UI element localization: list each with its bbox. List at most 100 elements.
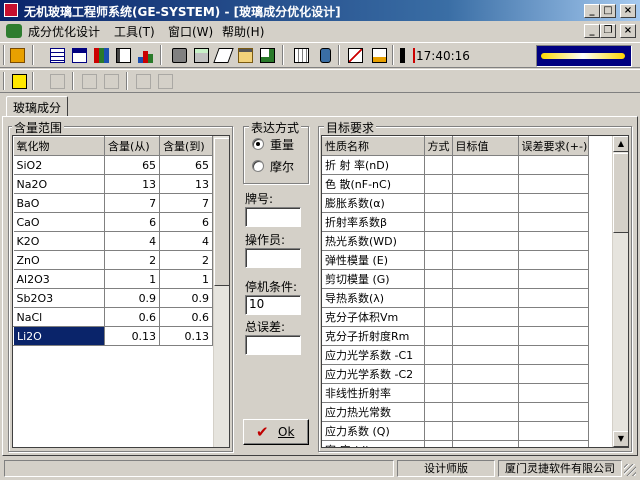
tolerance-cell[interactable] [518,193,589,213]
target-value-cell[interactable] [452,269,519,289]
content-from-cell[interactable]: 6 [104,212,161,232]
target-value-cell[interactable] [452,288,519,308]
mode-cell[interactable] [424,269,453,289]
table-row[interactable]: 应力光学系数 -C1 [322,345,589,365]
content-from-cell[interactable]: 0.13 [104,326,161,346]
content-to-cell[interactable]: 7 [159,193,213,213]
mode-cell[interactable] [424,288,453,308]
scroll-thumb[interactable] [214,138,229,286]
line-chart-icon[interactable] [346,46,365,65]
content-from-cell[interactable]: 0.6 [104,307,161,327]
content-to-cell[interactable]: 0.6 [159,307,213,327]
table-row[interactable]: 密 度 (d) [322,440,589,447]
oxide-cell[interactable]: NaCl [13,307,106,327]
grid-icon[interactable] [292,46,311,65]
col-property-name[interactable]: 性质名称 [322,136,425,156]
minimize-button[interactable]: _ [584,4,600,18]
copy-disabled-icon[interactable] [80,72,99,91]
col-oxide[interactable]: 氧化物 [13,136,106,156]
tolerance-cell[interactable] [518,402,589,422]
app-icon[interactable] [4,3,18,17]
tolerance-cell[interactable] [518,383,589,403]
tab-glass-composition[interactable]: 玻璃成分 [6,96,68,116]
table-row[interactable]: 色 散(nF-nC) [322,174,589,194]
property-name-cell[interactable]: 应力光学系数 -C1 [322,345,425,365]
property-name-cell[interactable]: 折射率系数β [322,212,425,232]
target-value-cell[interactable] [452,155,519,175]
oxide-cell[interactable]: ZnO [13,250,106,270]
oxide-cell[interactable]: Al2O3 [13,269,106,289]
table-row[interactable]: Na2O 13 13 [13,174,213,194]
col-target-value[interactable]: 目标值 [452,136,519,156]
table-row[interactable]: 应力系数 (Q) [322,421,589,441]
content-to-cell[interactable]: 0.9 [159,288,213,308]
mode-cell[interactable] [424,402,453,422]
content-from-cell[interactable]: 1 [104,269,161,289]
tolerance-cell[interactable] [518,212,589,232]
calculator-icon[interactable] [192,46,211,65]
tools-icon[interactable] [170,46,189,65]
table-row[interactable]: ZnO 2 2 [13,250,213,270]
property-name-cell[interactable]: 应力光学系数 -C2 [322,364,425,384]
menu-composition-design[interactable]: 成分优化设计 [28,23,100,39]
mdi-close-button[interactable]: × [620,24,636,38]
tolerance-cell[interactable] [518,440,589,447]
target-value-cell[interactable] [452,345,519,365]
chart-icon[interactable] [136,46,155,65]
mode-cell[interactable] [424,364,453,384]
table-row[interactable]: 克分子体积Vm [322,307,589,327]
property-name-cell[interactable]: 色 散(nF-nC) [322,174,425,194]
table-row[interactable]: BaO 7 7 [13,193,213,213]
target-value-cell[interactable] [452,250,519,270]
col-mode[interactable]: 方式 [424,136,453,156]
tolerance-cell[interactable] [518,288,589,308]
mode-cell[interactable] [424,155,453,175]
mode-cell[interactable] [424,212,453,232]
target-value-cell[interactable] [452,193,519,213]
content-to-cell[interactable]: 1 [159,269,213,289]
menu-tools[interactable]: 工具(T) [114,23,155,39]
mdi-restore-button[interactable]: ❐ [600,24,616,38]
tolerance-cell[interactable] [518,250,589,270]
content-to-cell[interactable]: 65 [159,155,213,175]
tolerance-cell[interactable] [518,174,589,194]
table-row[interactable]: K2O 4 4 [13,231,213,251]
stop-condition-input[interactable]: 10 [245,295,301,315]
target-value-cell[interactable] [452,212,519,232]
target-value-cell[interactable] [452,364,519,384]
col-tolerance[interactable]: 误差要求(+-) [518,136,589,156]
radio-mole[interactable]: 摩尔 [252,158,307,174]
content-from-cell[interactable]: 2 [104,250,161,270]
mode-cell[interactable] [424,383,453,403]
property-name-cell[interactable]: 应力系数 (Q) [322,421,425,441]
col-content-from[interactable]: 含量(从) [104,136,161,156]
table-row[interactable]: 导热系数(λ) [322,288,589,308]
property-name-cell[interactable]: 折 射 率(nD) [322,155,425,175]
content-to-cell[interactable]: 0.13 [159,326,213,346]
save-disabled-icon[interactable] [102,72,121,91]
tolerance-cell[interactable] [518,307,589,327]
tolerance-cell[interactable] [518,345,589,365]
notebook-icon[interactable] [114,46,133,65]
tolerance-cell[interactable] [518,364,589,384]
table-row[interactable]: Li2O 0.13 0.13 [13,326,213,346]
target-value-cell[interactable] [452,421,519,441]
tolerance-cell[interactable] [518,231,589,251]
content-to-cell[interactable]: 4 [159,231,213,251]
scroll-up-button[interactable]: ▲ [613,136,628,152]
table-row[interactable]: 剪切模量 (G) [322,269,589,289]
content-range-grid[interactable]: 氧化物 含量(从) 含量(到) SiO2 65 65 Na2O 13 13 BaO 7 7 CaO… [12,135,230,448]
content-to-cell[interactable]: 6 [159,212,213,232]
oxide-cell[interactable]: K2O [13,231,106,251]
total-error-input[interactable] [245,335,301,355]
property-name-cell[interactable]: 热光系数(WD) [322,231,425,251]
mode-cell[interactable] [424,174,453,194]
table-row[interactable]: CaO 6 6 [13,212,213,232]
table-row[interactable]: Sb2O3 0.9 0.9 [13,288,213,308]
content-from-cell[interactable]: 0.9 [104,288,161,308]
exit-icon[interactable] [8,46,27,65]
maximize-button[interactable]: □ [600,4,616,18]
clipboard-icon[interactable] [236,46,255,65]
target-value-cell[interactable] [452,231,519,251]
brand-input[interactable] [245,207,301,227]
